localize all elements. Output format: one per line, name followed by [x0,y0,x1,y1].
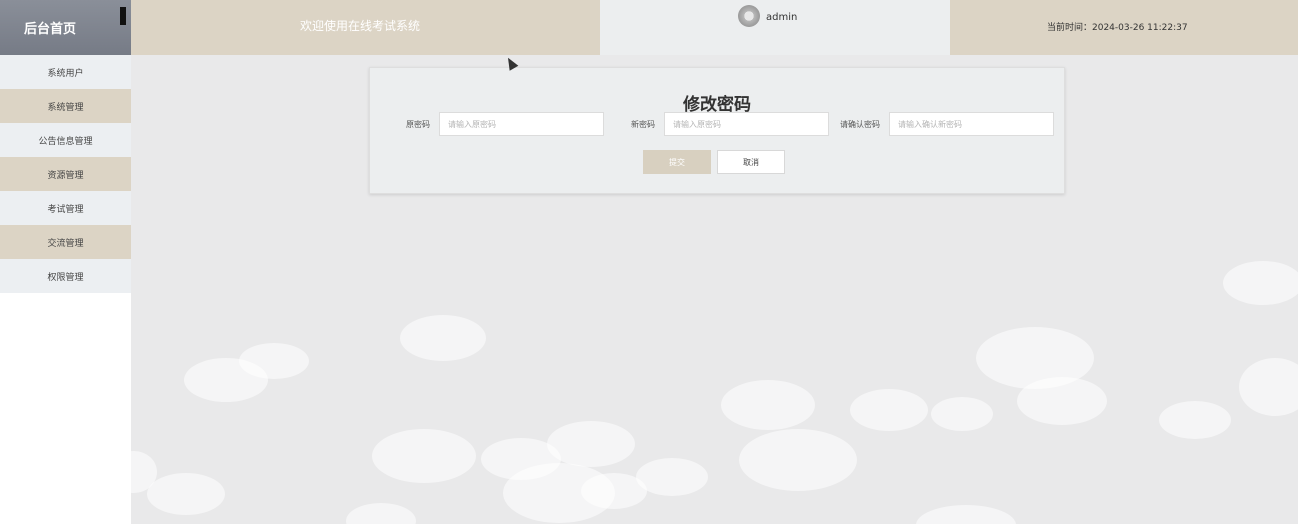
avatar-icon[interactable] [738,5,760,27]
background-bubble [1223,261,1298,305]
background-bubble [547,421,635,467]
current-time: 当前时间：2024-03-26 11:22:37 [1047,23,1188,33]
background-bubble [400,315,486,361]
background-bubble [1159,401,1231,439]
brand-title[interactable]: 后台首页 [24,18,76,37]
collapse-toggle-icon[interactable] [120,7,126,25]
background-bubble [916,505,1016,524]
submit-button[interactable]: 提交 [643,150,711,174]
sidebar-item-permissions[interactable]: 权限管理 [0,259,131,293]
time-panel: 当前时间：2024-03-26 11:22:37 [950,0,1298,55]
brand-header[interactable]: 后台首页 [0,0,131,55]
confirm-password-label: 请确认密码 [840,120,880,129]
sidebar-item-system-management[interactable]: 系统管理 [0,89,131,123]
background-bubble [739,429,857,491]
username[interactable]: admin [766,12,797,23]
background-bubble [239,343,309,379]
background-bubble [850,389,928,431]
background-bubble [1017,377,1107,425]
new-password-input[interactable] [664,112,829,136]
sidebar-item-communication[interactable]: 交流管理 [0,225,131,259]
sidebar-item-announcements[interactable]: 公告信息管理 [0,123,131,157]
welcome-banner: 欢迎使用在线考试系统 [131,0,600,55]
welcome-text: 欢迎使用在线考试系统 [300,19,421,33]
background-bubble [931,397,993,431]
background-bubble [721,380,815,430]
cancel-button[interactable]: 取消 [717,150,785,174]
new-password-label: 新密码 [631,120,655,129]
top-header: 欢迎使用在线考试系统 admin 当前时间：2024-03-26 11:22:3… [131,0,1298,55]
sidebar-item-resources[interactable]: 资源管理 [0,157,131,191]
background-bubble [147,473,225,515]
main-content: 修改密码 原密码 新密码 请确认密码 提交 取消 [131,55,1298,524]
sidebar-item-system-users[interactable]: 系统用户 [0,55,131,89]
background-bubble [372,429,476,483]
old-password-label: 原密码 [406,120,430,129]
sidebar: 后台首页 系统用户 系统管理 公告信息管理 资源管理 考试管理 交流管理 权限管… [0,0,131,524]
user-panel[interactable]: admin [600,0,950,55]
change-password-card: 修改密码 原密码 新密码 请确认密码 提交 取消 [369,67,1065,194]
background-bubble [346,503,416,524]
old-password-input[interactable] [439,112,604,136]
confirm-password-input[interactable] [889,112,1054,136]
background-bubble [636,458,708,496]
background-bubble [1239,358,1298,416]
sidebar-item-exams[interactable]: 考试管理 [0,191,131,225]
